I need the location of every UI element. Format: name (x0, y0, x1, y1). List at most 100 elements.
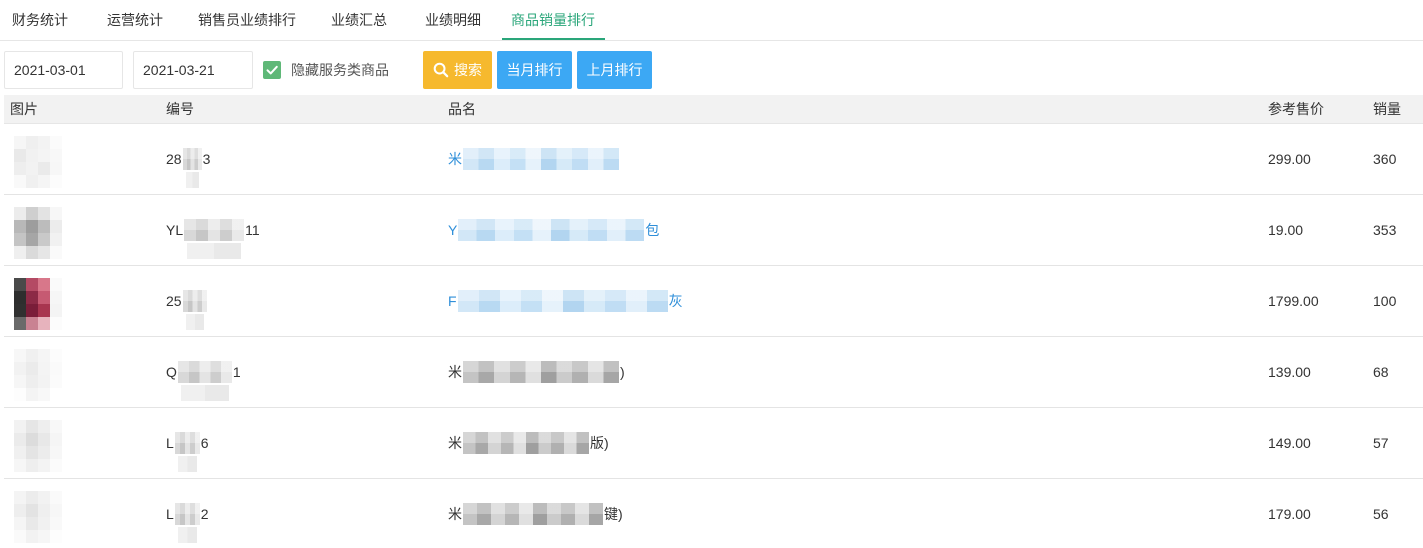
thumbnail-pixel (14, 420, 26, 433)
thumbnail-pixel (38, 388, 50, 401)
product-code-start: YL (166, 222, 184, 238)
thumbnail-pixel (14, 291, 26, 304)
column-header-name: 品名 (448, 101, 476, 117)
product-code: 25 (166, 266, 208, 336)
search-button-label: 搜索 (454, 62, 482, 78)
thumbnail-pixel (26, 317, 38, 330)
table-row: L 6 米 版) 149.00 57 (4, 408, 1423, 479)
thumbnail-pixel (26, 304, 38, 317)
product-name-start: Y (448, 222, 458, 238)
product-name-link[interactable]: 米 (448, 124, 620, 194)
thumbnail-pixel (26, 491, 38, 504)
thumbnail-pixel (14, 278, 26, 291)
thumbnail-pixel (50, 136, 62, 149)
product-name: 米 ) (448, 337, 625, 407)
thumbnail-pixel (50, 459, 62, 472)
thumbnail-pixel (50, 278, 62, 291)
thumbnail-pixel (14, 233, 26, 246)
tab-bar: 财务统计 运营统计 销售员业绩排行 业绩汇总 业绩明细 商品销量排行 (0, 0, 1423, 41)
reference-price: 19.00 (1268, 222, 1304, 238)
thumbnail-pixel (26, 375, 38, 388)
thumbnail-pixel (14, 246, 26, 259)
product-name-link[interactable]: Y 包 (448, 195, 659, 265)
thumbnail-pixel (26, 136, 38, 149)
reference-price: 299.00 (1268, 151, 1311, 167)
thumbnail-pixel (50, 291, 62, 304)
product-name-end: 版) (590, 435, 609, 451)
thumbnail-pixel (50, 517, 62, 530)
product-code: L 2 (166, 479, 209, 548)
this-month-ranking-button[interactable]: 当月排行 (497, 51, 572, 89)
start-date-input[interactable] (4, 51, 123, 89)
thumbnail-pixel (38, 459, 50, 472)
thumbnail-pixel (38, 162, 50, 175)
tab-performance-summary[interactable]: 业绩汇总 (331, 0, 387, 40)
thumbnail-pixel (14, 362, 26, 375)
tab-finance-stats[interactable]: 财务统计 (12, 0, 68, 40)
thumbnail-pixel (50, 446, 62, 459)
table-row: L 2 米 键) 179.00 56 (4, 479, 1423, 548)
tab-performance-details[interactable]: 业绩明细 (425, 0, 481, 40)
thumbnail-pixel (38, 149, 50, 162)
thumbnail-pixel (26, 207, 38, 220)
filter-bar: 隐藏服务类商品 搜索 当月排行 上月排行 (0, 51, 1423, 89)
search-button[interactable]: 搜索 (423, 51, 492, 89)
thumbnail-pixel (26, 175, 38, 188)
thumbnail-pixel (26, 220, 38, 233)
thumbnail-pixel (14, 349, 26, 362)
product-name-start: 米 (448, 364, 462, 380)
redacted-block (463, 502, 603, 525)
product-code-start: L (166, 435, 174, 451)
product-code-end: 2 (200, 505, 209, 522)
reference-price: 1799.00 (1268, 293, 1319, 309)
tab-operation-stats[interactable]: 运营统计 (107, 0, 163, 40)
thumbnail-pixel (38, 530, 50, 543)
sales-quantity: 57 (1373, 435, 1389, 451)
product-code: 28 3 (166, 124, 210, 194)
tab-product-sales-ranking[interactable]: 商品销量排行 (502, 0, 605, 40)
product-name: 米 键) (448, 479, 623, 548)
thumbnail-pixel (38, 517, 50, 530)
product-code-end: 11 (245, 222, 260, 238)
thumbnail-pixel (14, 375, 26, 388)
thumbnail-pixel (50, 220, 62, 233)
end-date-input[interactable] (133, 51, 253, 89)
thumbnail-pixel (38, 446, 50, 459)
reference-price: 179.00 (1268, 505, 1311, 522)
column-header-image: 图片 (10, 101, 38, 117)
redacted-block (182, 290, 207, 330)
product-name-link[interactable]: F 灰 (448, 266, 683, 336)
redacted-block (182, 148, 202, 188)
product-code: YL 11 (166, 195, 260, 265)
thumbnail-pixel (50, 349, 62, 362)
column-header-code: 编号 (166, 101, 194, 117)
sales-quantity: 360 (1373, 151, 1397, 167)
thumbnail-pixel (50, 375, 62, 388)
redacted-block (463, 432, 589, 454)
thumbnail-pixel (50, 304, 62, 317)
product-name: 米 版) (448, 408, 609, 478)
thumbnail-pixel (14, 446, 26, 459)
thumbnail-pixel (50, 388, 62, 401)
hide-service-checkbox[interactable] (263, 61, 281, 79)
thumbnail-pixel (14, 433, 26, 446)
thumbnail-pixel (14, 517, 26, 530)
last-month-ranking-button[interactable]: 上月排行 (577, 51, 652, 89)
table-row: 25 F 灰 1799.00 100 (4, 266, 1423, 337)
sales-quantity: 353 (1373, 222, 1397, 238)
thumbnail-pixel (26, 291, 38, 304)
thumbnail-pixel (38, 246, 50, 259)
hide-service-label[interactable]: 隐藏服务类商品 (291, 51, 389, 89)
product-code-start: 28 (166, 151, 182, 167)
product-code-end: 1 (232, 364, 241, 380)
sales-quantity: 56 (1373, 505, 1389, 522)
redacted-block (174, 502, 200, 543)
thumbnail-pixel (50, 149, 62, 162)
table-header: 图片 编号 品名 参考售价 销量 (4, 95, 1423, 124)
tab-salesperson-ranking[interactable]: 销售员业绩排行 (198, 0, 296, 40)
redacted-block (174, 432, 200, 472)
redacted-block (177, 361, 232, 401)
thumbnail-pixel (14, 207, 26, 220)
thumbnail-pixel (50, 175, 62, 188)
table-row: YL 11 Y 包 19.00 353 (4, 195, 1423, 266)
